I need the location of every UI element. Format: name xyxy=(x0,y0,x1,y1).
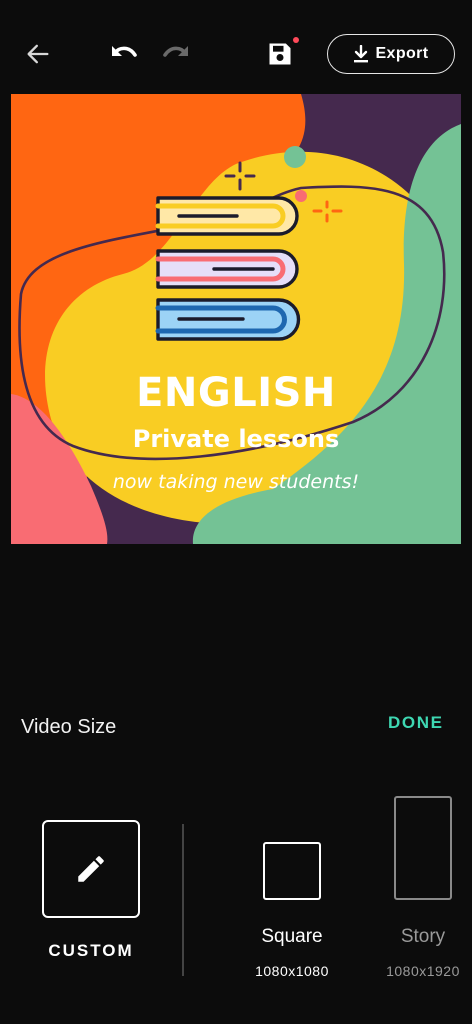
custom-option-label[interactable]: CUSTOM xyxy=(30,941,152,961)
custom-size-option[interactable] xyxy=(42,820,140,918)
poster-tagline[interactable]: now taking new students! xyxy=(11,471,461,493)
export-button[interactable]: Export xyxy=(327,34,455,74)
undo-icon xyxy=(112,46,137,57)
done-button[interactable]: DONE xyxy=(388,713,444,733)
top-toolbar: Export xyxy=(0,0,472,92)
options-divider xyxy=(182,824,184,976)
square-size-option[interactable] xyxy=(263,842,321,900)
poster-subtitle[interactable]: Private lessons xyxy=(11,425,461,453)
redo-icon xyxy=(163,46,188,57)
green-dot xyxy=(284,146,306,168)
stack-of-books-icon xyxy=(155,196,301,341)
pencil-icon xyxy=(78,856,104,882)
undo-button[interactable] xyxy=(100,36,144,72)
back-button[interactable] xyxy=(18,36,58,72)
redo-button[interactable] xyxy=(156,36,200,72)
story-option-label[interactable]: Story xyxy=(363,926,472,948)
story-option-dimensions: 1080x1920 xyxy=(386,963,460,979)
pink-dot xyxy=(295,190,307,202)
poster-title[interactable]: ENGLISH xyxy=(11,370,461,416)
download-icon xyxy=(354,45,369,63)
floppy-disk-icon xyxy=(269,43,291,65)
square-option-label[interactable]: Square xyxy=(232,926,352,948)
design-canvas[interactable]: ENGLISH Private lessons now taking new s… xyxy=(11,94,461,544)
video-size-label: Video Size xyxy=(21,716,117,738)
square-option-dimensions: 1080x1080 xyxy=(255,963,329,979)
story-size-option[interactable] xyxy=(394,796,452,900)
export-label: Export xyxy=(375,45,429,62)
unsaved-indicator-dot xyxy=(293,37,299,43)
arrow-left-icon xyxy=(27,44,49,64)
